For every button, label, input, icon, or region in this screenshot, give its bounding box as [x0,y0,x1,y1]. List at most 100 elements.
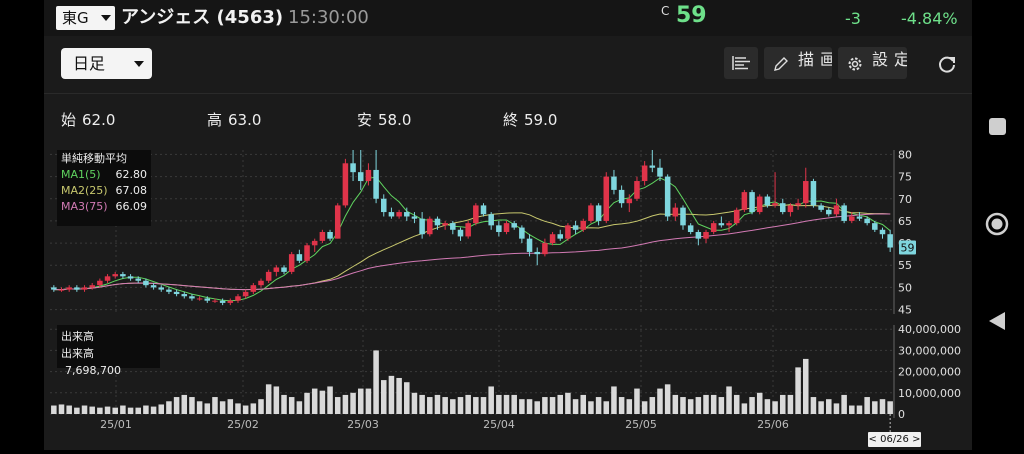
price-tick-label: 55 [898,259,912,272]
candle-body [872,223,878,230]
candle-body [849,216,855,221]
candle-body [657,167,663,177]
volume-bar [181,394,188,414]
volume-tick-label: 20,000,000 [898,366,961,379]
candle-body [434,218,441,226]
volume-bar [603,401,610,414]
volume-bar [749,397,755,414]
candle-body [112,274,118,277]
volume-bar [864,397,870,414]
volume-bar [565,392,571,414]
volume-bar [856,405,863,414]
ma3-value: 66.09 [115,200,148,213]
volume-bar [365,388,372,414]
candle-body [457,229,464,237]
candle-body [672,207,679,217]
volume-bar [772,401,778,414]
volume-bar [450,399,456,414]
candle-body [143,280,149,286]
volume-bar [74,407,80,414]
candle-body [856,216,863,219]
date-cursor-tag[interactable]: < 06/26 > [868,432,921,447]
candle-body [519,227,525,239]
candle-body [66,287,72,290]
volume-legend: 出来高 出来高 7,698,700 [57,325,160,377]
candle-body [710,223,717,232]
volume-bar [357,388,364,414]
volume-bar [143,405,149,414]
candle-body [833,205,840,215]
candle-body [296,254,303,261]
volume-bar [457,397,464,414]
volume-bar [89,406,95,414]
candle-body [273,267,280,272]
candle-body [281,267,287,272]
volume-bar [373,350,379,414]
candle-body [104,276,111,281]
nav-icons [985,118,1009,330]
candle-body [557,234,563,239]
price-tick-label: 50 [898,281,912,294]
candle-body [565,225,571,239]
volume-bar [381,380,387,414]
ma2-value: 67.08 [115,184,148,197]
candle-body [465,223,471,237]
candle-body [879,229,886,235]
price-tick-label: 45 [898,304,912,317]
price-volume-chart[interactable]: 807570656055504540,000,00030,000,00020,0… [0,0,1024,450]
volume-bar [741,403,748,414]
volume-bar [227,399,234,414]
candle-body [772,203,778,206]
candle-body [496,225,502,232]
volume-bar [503,394,510,414]
volume-bar [66,405,72,414]
back-icon[interactable] [989,312,1005,330]
volume-bar [273,386,280,414]
candle-body [664,176,671,217]
candle-body [595,205,602,221]
candle-body [158,287,165,290]
volume-bar [626,399,633,414]
ma1-value: 62.80 [115,168,148,181]
candle-body [764,196,771,206]
date-tick-label: 25/04 [483,418,515,431]
last-price-label: 59 [901,242,915,255]
candle-body [150,285,157,288]
price-tick-label: 70 [898,193,912,206]
candle-body [442,223,448,226]
candle-body [396,212,402,217]
candle-body [741,192,748,210]
candle-body [419,218,425,235]
volume-bar [649,397,656,414]
volume-bar [265,384,272,414]
candle-body [342,163,349,206]
candle-body [641,165,648,182]
candle-body [726,223,732,226]
volume-bar [235,403,241,414]
candle-body [411,216,418,219]
volume-legend-row: 出来高 7,698,700 [61,345,156,379]
volume-tick-label: 30,000,000 [898,344,961,357]
volume-bar [580,394,587,414]
volume-bar [511,394,517,414]
volume-bar [81,405,88,414]
candle-body [350,163,356,173]
volume-bar [795,367,801,414]
volume-bar [250,403,257,414]
volume-bar [158,404,165,414]
candle-body [787,205,794,213]
volume-bar [841,394,847,414]
volume-legend-title: 出来高 [61,330,94,343]
candle-body [803,181,809,204]
volume-bar [189,397,195,414]
candle-body [304,245,310,261]
recents-icon[interactable] [989,118,1006,135]
volume-bar [150,406,157,414]
candle-body [250,285,257,292]
volume-bar [672,394,679,414]
candle-body [258,280,264,286]
volume-bar [112,407,118,414]
volume-bar [404,382,410,414]
volume-bar [703,394,709,414]
candle-body [373,169,379,199]
